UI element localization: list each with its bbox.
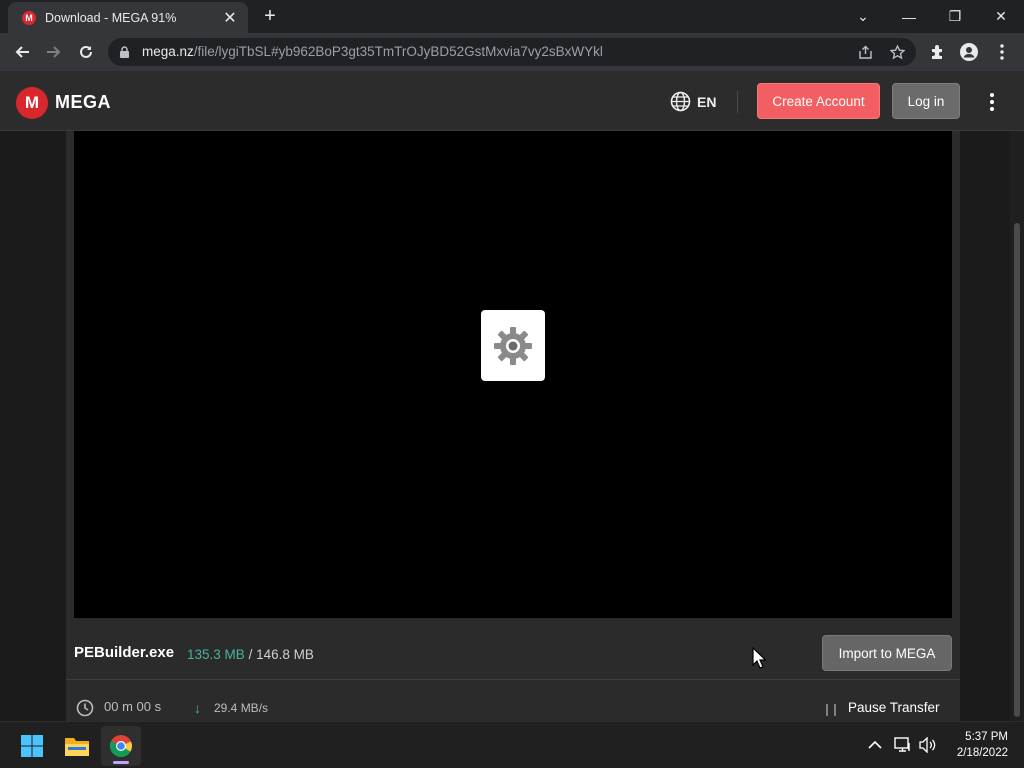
- mega-favicon-icon: M: [22, 10, 36, 25]
- file-name: PEBuilder.exe: [74, 644, 175, 661]
- share-icon[interactable]: [856, 43, 874, 61]
- clock-icon: [76, 699, 94, 717]
- address-bar[interactable]: mega.nz/file/lygiTbSL#yb962BoP3gt35TmTrO…: [108, 38, 916, 66]
- new-tab-button[interactable]: +: [259, 5, 281, 27]
- reload-button[interactable]: [74, 40, 98, 64]
- transfer-speed: 29.4 MB/s: [214, 701, 269, 715]
- chrome-taskbar-icon[interactable]: [101, 726, 141, 766]
- page-scrollbar[interactable]: [1010, 131, 1024, 721]
- file-preview: [74, 131, 952, 618]
- close-window-button[interactable]: ✕: [978, 0, 1024, 33]
- mega-page: M MEGA EN Create Account Log in PEBuilde…: [0, 71, 1024, 721]
- minimize-button[interactable]: —: [886, 0, 932, 33]
- forward-button[interactable]: [42, 40, 66, 64]
- executable-file-icon: [481, 310, 545, 381]
- download-arrow-icon: ↓: [194, 700, 201, 716]
- restore-button[interactable]: ❐: [932, 0, 978, 33]
- import-to-mega-button[interactable]: Import to MEGA: [822, 635, 952, 671]
- mega-header: M MEGA EN Create Account Log in: [0, 71, 1024, 131]
- url-text[interactable]: mega.nz/file/lygiTbSL#yb962BoP3gt35TmTrO…: [142, 44, 603, 59]
- pause-icon[interactable]: [826, 704, 836, 716]
- browser-tab[interactable]: M Download - MEGA 91% ✕: [8, 2, 248, 33]
- bookmark-star-icon[interactable]: [888, 43, 906, 61]
- mega-logo-text[interactable]: MEGA: [55, 92, 111, 113]
- clock-time: 5:37 PM: [965, 731, 1008, 743]
- mouse-cursor-icon: [752, 647, 766, 669]
- browser-tab-strip: M Download - MEGA 91% ✕ + ⌄ — ❐ ✕: [0, 0, 1024, 33]
- scrollbar-thumb[interactable]: [1014, 223, 1020, 717]
- login-button[interactable]: Log in: [892, 83, 960, 119]
- time-remaining: 00 m 00 s: [104, 699, 162, 714]
- extensions-icon[interactable]: [927, 42, 947, 62]
- network-icon[interactable]: [894, 736, 912, 754]
- tab-search-icon[interactable]: ⌄: [840, 0, 886, 33]
- download-card: PEBuilder.exe 135.3 MB / 146.8 MB Import…: [66, 131, 960, 721]
- download-progress-text: 135.3 MB / 146.8 MB: [187, 647, 314, 662]
- language-selector[interactable]: EN: [670, 91, 716, 112]
- globe-icon: [670, 91, 691, 112]
- header-divider: [737, 91, 738, 113]
- windows-start-icon[interactable]: [12, 726, 52, 766]
- windows-taskbar: 5:37 PM 2/18/2022: [0, 721, 1024, 768]
- transfer-stats: 00 m 00 s ↓ 29.4 MB/s Pause Transfer: [66, 691, 960, 721]
- clock-date: 2/18/2022: [956, 747, 1008, 759]
- language-label: EN: [697, 93, 717, 110]
- file-explorer-icon[interactable]: [57, 726, 97, 766]
- volume-icon[interactable]: [919, 736, 937, 754]
- tray-overflow-chevron-icon[interactable]: [866, 736, 884, 754]
- mega-logo-icon[interactable]: M: [16, 87, 48, 119]
- tab-title: Download - MEGA 91%: [45, 10, 177, 25]
- profile-icon[interactable]: [959, 42, 979, 62]
- active-app-indicator: [113, 761, 129, 764]
- tab-close-icon[interactable]: ✕: [222, 8, 238, 28]
- file-info-bar: PEBuilder.exe 135.3 MB / 146.8 MB Import…: [66, 626, 960, 680]
- lock-icon[interactable]: [120, 46, 129, 58]
- pause-transfer-button[interactable]: Pause Transfer: [848, 700, 940, 715]
- browser-toolbar: mega.nz/file/lygiTbSL#yb962BoP3gt35TmTrO…: [0, 33, 1024, 71]
- browser-menu-icon[interactable]: [992, 42, 1012, 62]
- back-button[interactable]: [10, 40, 34, 64]
- mega-menu-icon[interactable]: [984, 91, 1000, 113]
- system-clock[interactable]: 5:37 PM 2/18/2022: [946, 729, 1008, 761]
- create-account-button[interactable]: Create Account: [757, 83, 880, 119]
- screen: M Download - MEGA 91% ✕ + ⌄ — ❐ ✕ mega.n…: [0, 0, 1024, 768]
